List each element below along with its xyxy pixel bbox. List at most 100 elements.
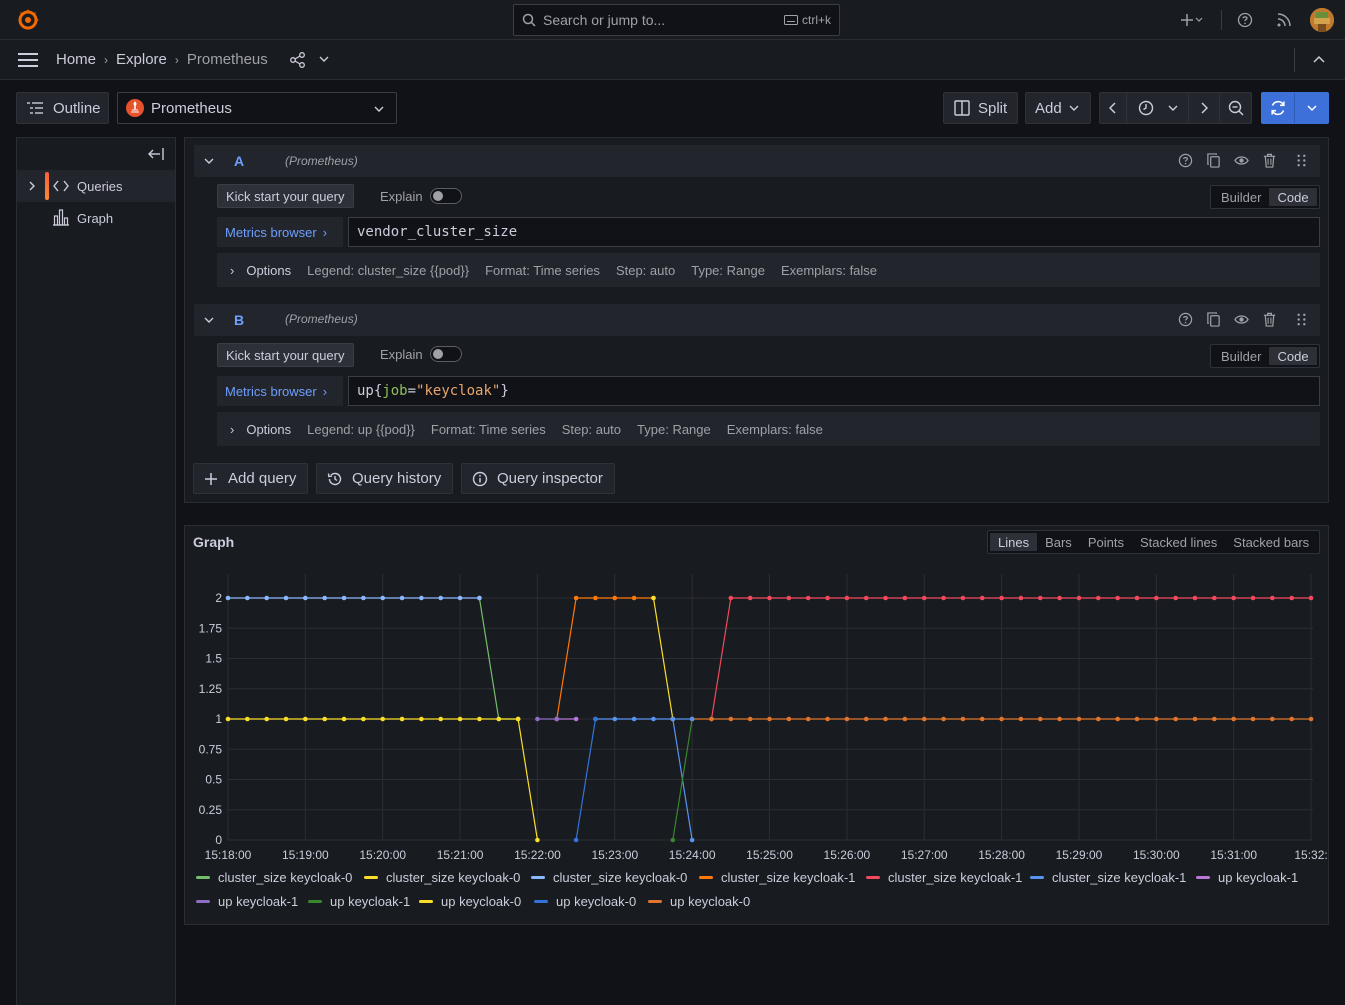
data-point [825,716,830,722]
sidebar-item-graph[interactable]: Graph [17,202,175,234]
zoom-out-button[interactable] [1220,93,1251,123]
chevron-down-icon[interactable] [204,157,214,165]
legend-item[interactable]: up keycloak-0 [648,894,750,909]
x-tick-label: 15:32: [1294,848,1327,862]
legend-item[interactable]: cluster_size keycloak-0 [364,870,520,885]
legend-item[interactable]: up keycloak-1 [1196,870,1298,885]
legend-label: cluster_size keycloak-0 [553,870,688,885]
mode-builder[interactable]: Builder [1213,188,1269,206]
datasource-picker[interactable]: Prometheus [117,92,397,124]
time-picker-button[interactable] [1127,93,1189,123]
query-inspector-button[interactable]: Query inspector [461,463,615,494]
mode-builder[interactable]: Builder [1213,347,1269,365]
menu-icon[interactable] [18,52,38,68]
user-avatar[interactable] [1310,8,1334,32]
refresh-group [1261,92,1329,124]
legend-label: up keycloak-0 [556,894,637,909]
copy-icon[interactable] [1206,312,1221,327]
data-point [1057,595,1062,601]
list-icon [27,102,43,114]
mode-stacked-lines[interactable]: Stacked lines [1132,533,1225,551]
drag-handle-icon[interactable] [1294,312,1309,327]
refresh-button[interactable] [1262,93,1295,123]
legend-item[interactable]: up keycloak-0 [534,894,636,909]
chevron-right-icon: › [230,262,235,278]
query-ref-label[interactable]: A [234,153,244,169]
search-shortcut-label: ctrl+k [801,13,831,27]
query-options-b[interactable]: › Options Legend: up {{pod}} Format: Tim… [217,412,1320,446]
new-button[interactable] [1174,8,1208,32]
data-point [1115,716,1120,722]
chevron-right-icon: › [322,383,328,399]
chevron-down-icon[interactable] [204,316,214,324]
help-icon[interactable] [1178,312,1193,327]
add-query-button[interactable]: Add query [193,463,308,494]
time-series-chart[interactable]: 0 0.25 0.5 0.75 1 1.25 1.5 1.75 2 15:18:00 15:19:… [184,560,1329,880]
outline-button[interactable]: Outline [16,92,109,124]
query-options-a[interactable]: › Options Legend: cluster_size {{pod}} F… [217,253,1320,287]
metrics-browser-button[interactable]: Metrics browser › [217,376,343,406]
help-icon[interactable] [1234,8,1256,32]
mode-code[interactable]: Code [1269,188,1317,206]
query-ref-label[interactable]: B [234,312,244,328]
chevron-down-icon [1168,105,1177,111]
explain-toggle[interactable] [430,188,462,204]
query-history-button[interactable]: Query history [316,463,453,494]
query-editor-b[interactable]: up{job = "keycloak"} [348,376,1320,406]
legend-item[interactable]: up keycloak-1 [308,894,410,909]
trash-icon[interactable] [1262,312,1277,327]
news-feed-icon[interactable] [1273,8,1295,32]
metrics-browser-button[interactable]: Metrics browser › [217,217,343,247]
option-type: Type: Range [691,262,765,278]
search-input[interactable]: Search or jump to... ctrl+k [513,4,840,36]
data-point [1134,595,1140,601]
kick-start-button[interactable]: Kick start your query [217,184,354,208]
keyboard-icon [783,15,798,25]
add-button[interactable]: Add [1025,92,1091,124]
mode-stacked-bars[interactable]: Stacked bars [1225,533,1317,551]
mode-points[interactable]: Points [1080,533,1132,551]
chevron-down-icon[interactable] [319,55,329,63]
legend-item[interactable]: cluster_size keycloak-1 [866,870,1022,885]
breadcrumb-home[interactable]: Home [56,51,96,68]
collapse-sidebar-icon[interactable] [148,148,164,160]
help-icon[interactable] [1178,153,1193,168]
x-tick-label: 15:31:00 [1210,848,1257,862]
outline-sidebar: Queries Graph [16,137,176,1005]
eye-icon[interactable] [1234,153,1249,168]
search-placeholder: Search or jump to... [543,12,666,28]
legend-item[interactable]: cluster_size keycloak-1 [699,870,855,885]
data-point [477,595,482,601]
refresh-interval-button[interactable] [1295,93,1328,123]
grafana-logo-icon[interactable] [16,8,40,32]
sidebar-item-queries[interactable]: Queries [17,170,175,202]
eye-icon[interactable] [1234,312,1249,327]
chevron-up-icon[interactable] [1313,55,1325,63]
copy-icon[interactable] [1206,153,1221,168]
split-button[interactable]: Split [943,92,1018,124]
chevron-right-icon: › [174,52,179,67]
mode-code[interactable]: Code [1269,347,1317,365]
time-forward-button[interactable] [1189,93,1220,123]
option-exemplars: Exemplars: false [780,262,878,278]
chevron-left-icon [1109,102,1116,114]
data-point [960,595,966,601]
explain-toggle[interactable] [430,346,462,362]
legend-item[interactable]: up keycloak-0 [419,894,521,909]
query-editor-a[interactable]: vendor_cluster_size [348,217,1320,247]
share-icon[interactable] [289,52,307,68]
data-point [1076,716,1082,722]
legend-item[interactable]: cluster_size keycloak-0 [531,870,687,885]
x-tick-label: 15:26:00 [824,848,871,862]
legend-item[interactable]: cluster_size keycloak-1 [1030,870,1186,885]
mode-lines[interactable]: Lines [990,533,1038,551]
breadcrumb-explore[interactable]: Explore [116,51,167,68]
time-back-button[interactable] [1100,93,1127,123]
trash-icon[interactable] [1262,153,1277,168]
legend-item[interactable]: cluster_size keycloak-0 [196,870,352,885]
kick-start-button[interactable]: Kick start your query [217,343,354,367]
mode-bars[interactable]: Bars [1037,533,1080,551]
drag-handle-icon[interactable] [1294,153,1309,168]
legend-item[interactable]: up keycloak-1 [196,894,298,909]
data-point [786,716,792,722]
